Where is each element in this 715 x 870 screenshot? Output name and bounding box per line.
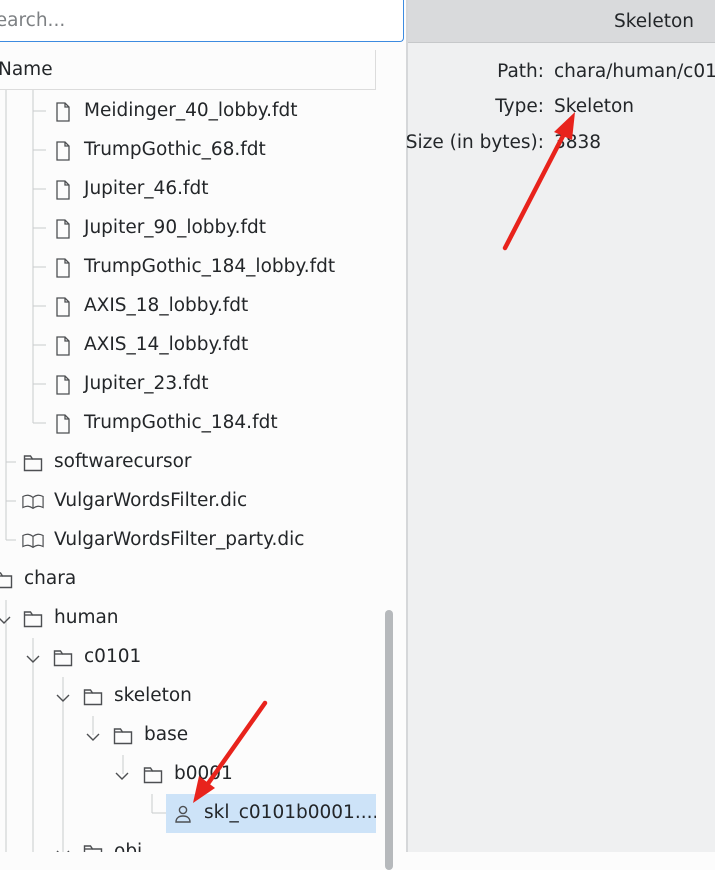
size-label-cell: Size (in bytes): bbox=[405, 129, 544, 155]
type-label-cell: Type: bbox=[408, 93, 544, 119]
dictionary-icon bbox=[22, 491, 44, 513]
folder-icon bbox=[82, 686, 104, 708]
tree-item-folder[interactable]: base bbox=[112, 716, 188, 755]
tree-item-label: VulgarWordsFilter.dic bbox=[54, 490, 248, 512]
column-header-name: Name bbox=[0, 59, 53, 80]
tree-item-folder[interactable]: human bbox=[22, 599, 119, 638]
tree-item-label: Jupiter_46.fdt bbox=[84, 178, 209, 200]
details-title: Skeleton bbox=[614, 11, 694, 32]
file-icon bbox=[52, 218, 74, 240]
tree-item-label: TrumpGothic_184_lobby.fdt bbox=[84, 256, 336, 278]
vertical-scrollbar[interactable] bbox=[378, 90, 400, 870]
tree-item-file[interactable]: Meidinger_40_lobby.fdt bbox=[52, 92, 298, 131]
folder-icon bbox=[0, 569, 14, 591]
tree-item-selected[interactable]: skl_c0101b0001.... bbox=[166, 794, 376, 833]
tree-item-label: obj bbox=[114, 841, 143, 852]
tree-item-label: Jupiter_90_lobby.fdt bbox=[84, 217, 266, 239]
details-title-tab[interactable]: Skeleton bbox=[408, 0, 715, 43]
tree-item-file[interactable]: VulgarWordsFilter.dic bbox=[22, 482, 247, 521]
person-icon bbox=[172, 803, 194, 825]
tree-item-label: Meidinger_40_lobby.fdt bbox=[84, 100, 298, 122]
path-label-cell: Path: bbox=[408, 58, 544, 84]
tree-item-folder[interactable]: softwarecursor bbox=[22, 443, 192, 482]
tree-item-file[interactable]: AXIS_18_lobby.fdt bbox=[52, 287, 248, 326]
dictionary-icon bbox=[22, 530, 44, 552]
tree-item-label: VulgarWordsFilter_party.dic bbox=[54, 529, 305, 551]
size-value-cell: 3838 bbox=[554, 129, 601, 155]
file-icon bbox=[52, 296, 74, 318]
tree-item-file[interactable]: Jupiter_90_lobby.fdt bbox=[52, 209, 266, 248]
tree-item-label: c0101 bbox=[84, 646, 142, 668]
chevron-down-icon[interactable] bbox=[55, 846, 71, 852]
tree-item-label: b0001 bbox=[174, 763, 233, 785]
tree-item-folder[interactable]: chara bbox=[0, 560, 76, 599]
tree-item-file[interactable]: TrumpGothic_184.fdt bbox=[52, 404, 278, 443]
file-icon bbox=[52, 257, 74, 279]
tree-item-label: TrumpGothic_184.fdt bbox=[84, 412, 278, 434]
tree-item-label: AXIS_14_lobby.fdt bbox=[84, 334, 249, 356]
tree-item-label: skeleton bbox=[114, 685, 192, 707]
tree-item-label: Jupiter_23.fdt bbox=[84, 373, 209, 395]
folder-icon bbox=[52, 647, 74, 669]
tree-item-folder[interactable]: b0001 bbox=[142, 755, 233, 794]
tree-item-label: skl_c0101b0001.... bbox=[204, 802, 376, 824]
file-icon bbox=[52, 374, 74, 396]
tree-item-file[interactable]: AXIS_14_lobby.fdt bbox=[52, 326, 248, 365]
tree-item-label: human bbox=[54, 607, 119, 629]
tree-item-label: TrumpGothic_68.fdt bbox=[84, 139, 266, 161]
chevron-down-icon[interactable] bbox=[55, 690, 71, 706]
path-value: chara/human/c0101 bbox=[554, 60, 715, 82]
path-label: Path: bbox=[497, 60, 544, 82]
type-value: Skeleton bbox=[554, 95, 634, 117]
type-label: Type: bbox=[495, 95, 544, 117]
folder-icon bbox=[142, 764, 164, 786]
file-icon bbox=[52, 140, 74, 162]
tree-item-file[interactable]: TrumpGothic_68.fdt bbox=[52, 131, 266, 170]
chevron-down-icon[interactable] bbox=[0, 612, 12, 628]
file-icon bbox=[52, 101, 74, 123]
details-pane: Skeleton Path: chara/human/c0101 Type: S… bbox=[405, 0, 715, 852]
size-label: Size (in bytes): bbox=[405, 131, 544, 153]
tree-item-label: chara bbox=[24, 568, 77, 590]
scrollbar-thumb[interactable] bbox=[385, 610, 393, 870]
tree-item-file[interactable]: Jupiter_23.fdt bbox=[52, 365, 209, 404]
tree-item-label: AXIS_18_lobby.fdt bbox=[84, 295, 249, 317]
type-value-cell: Skeleton bbox=[554, 93, 634, 119]
folder-icon bbox=[22, 452, 44, 474]
path-value-cell: chara/human/c0101 bbox=[554, 58, 715, 84]
file-tree-pane: Name bbox=[0, 0, 407, 870]
tree-item-folder[interactable]: c0101 bbox=[52, 638, 141, 677]
size-value: 3838 bbox=[554, 131, 602, 153]
chevron-down-icon[interactable] bbox=[25, 651, 41, 667]
header-divider bbox=[375, 50, 376, 90]
tree-item-label: base bbox=[144, 724, 189, 746]
folder-icon bbox=[112, 725, 134, 747]
file-tree: Meidinger_40_lobby.fdt TrumpGothic_68.fd… bbox=[0, 90, 376, 852]
tree-item-file[interactable]: VulgarWordsFilter_party.dic bbox=[22, 521, 304, 560]
search-input[interactable] bbox=[0, 0, 403, 41]
tree-item-folder[interactable]: skeleton bbox=[82, 677, 192, 716]
folder-icon bbox=[82, 842, 104, 852]
folder-icon bbox=[22, 608, 44, 630]
chevron-down-icon[interactable] bbox=[114, 768, 130, 784]
file-icon bbox=[52, 179, 74, 201]
tree-item-folder[interactable]: obj bbox=[82, 833, 142, 852]
tree-item-file[interactable]: Jupiter_46.fdt bbox=[52, 170, 209, 209]
tree-column-header[interactable]: Name bbox=[0, 50, 376, 90]
tree-item-label: softwarecursor bbox=[54, 451, 192, 473]
tree-item-file[interactable]: TrumpGothic_184_lobby.fdt bbox=[52, 248, 335, 287]
search-box[interactable] bbox=[0, 0, 404, 42]
file-icon bbox=[52, 335, 74, 357]
file-icon bbox=[52, 413, 74, 435]
chevron-down-icon[interactable] bbox=[85, 729, 101, 745]
